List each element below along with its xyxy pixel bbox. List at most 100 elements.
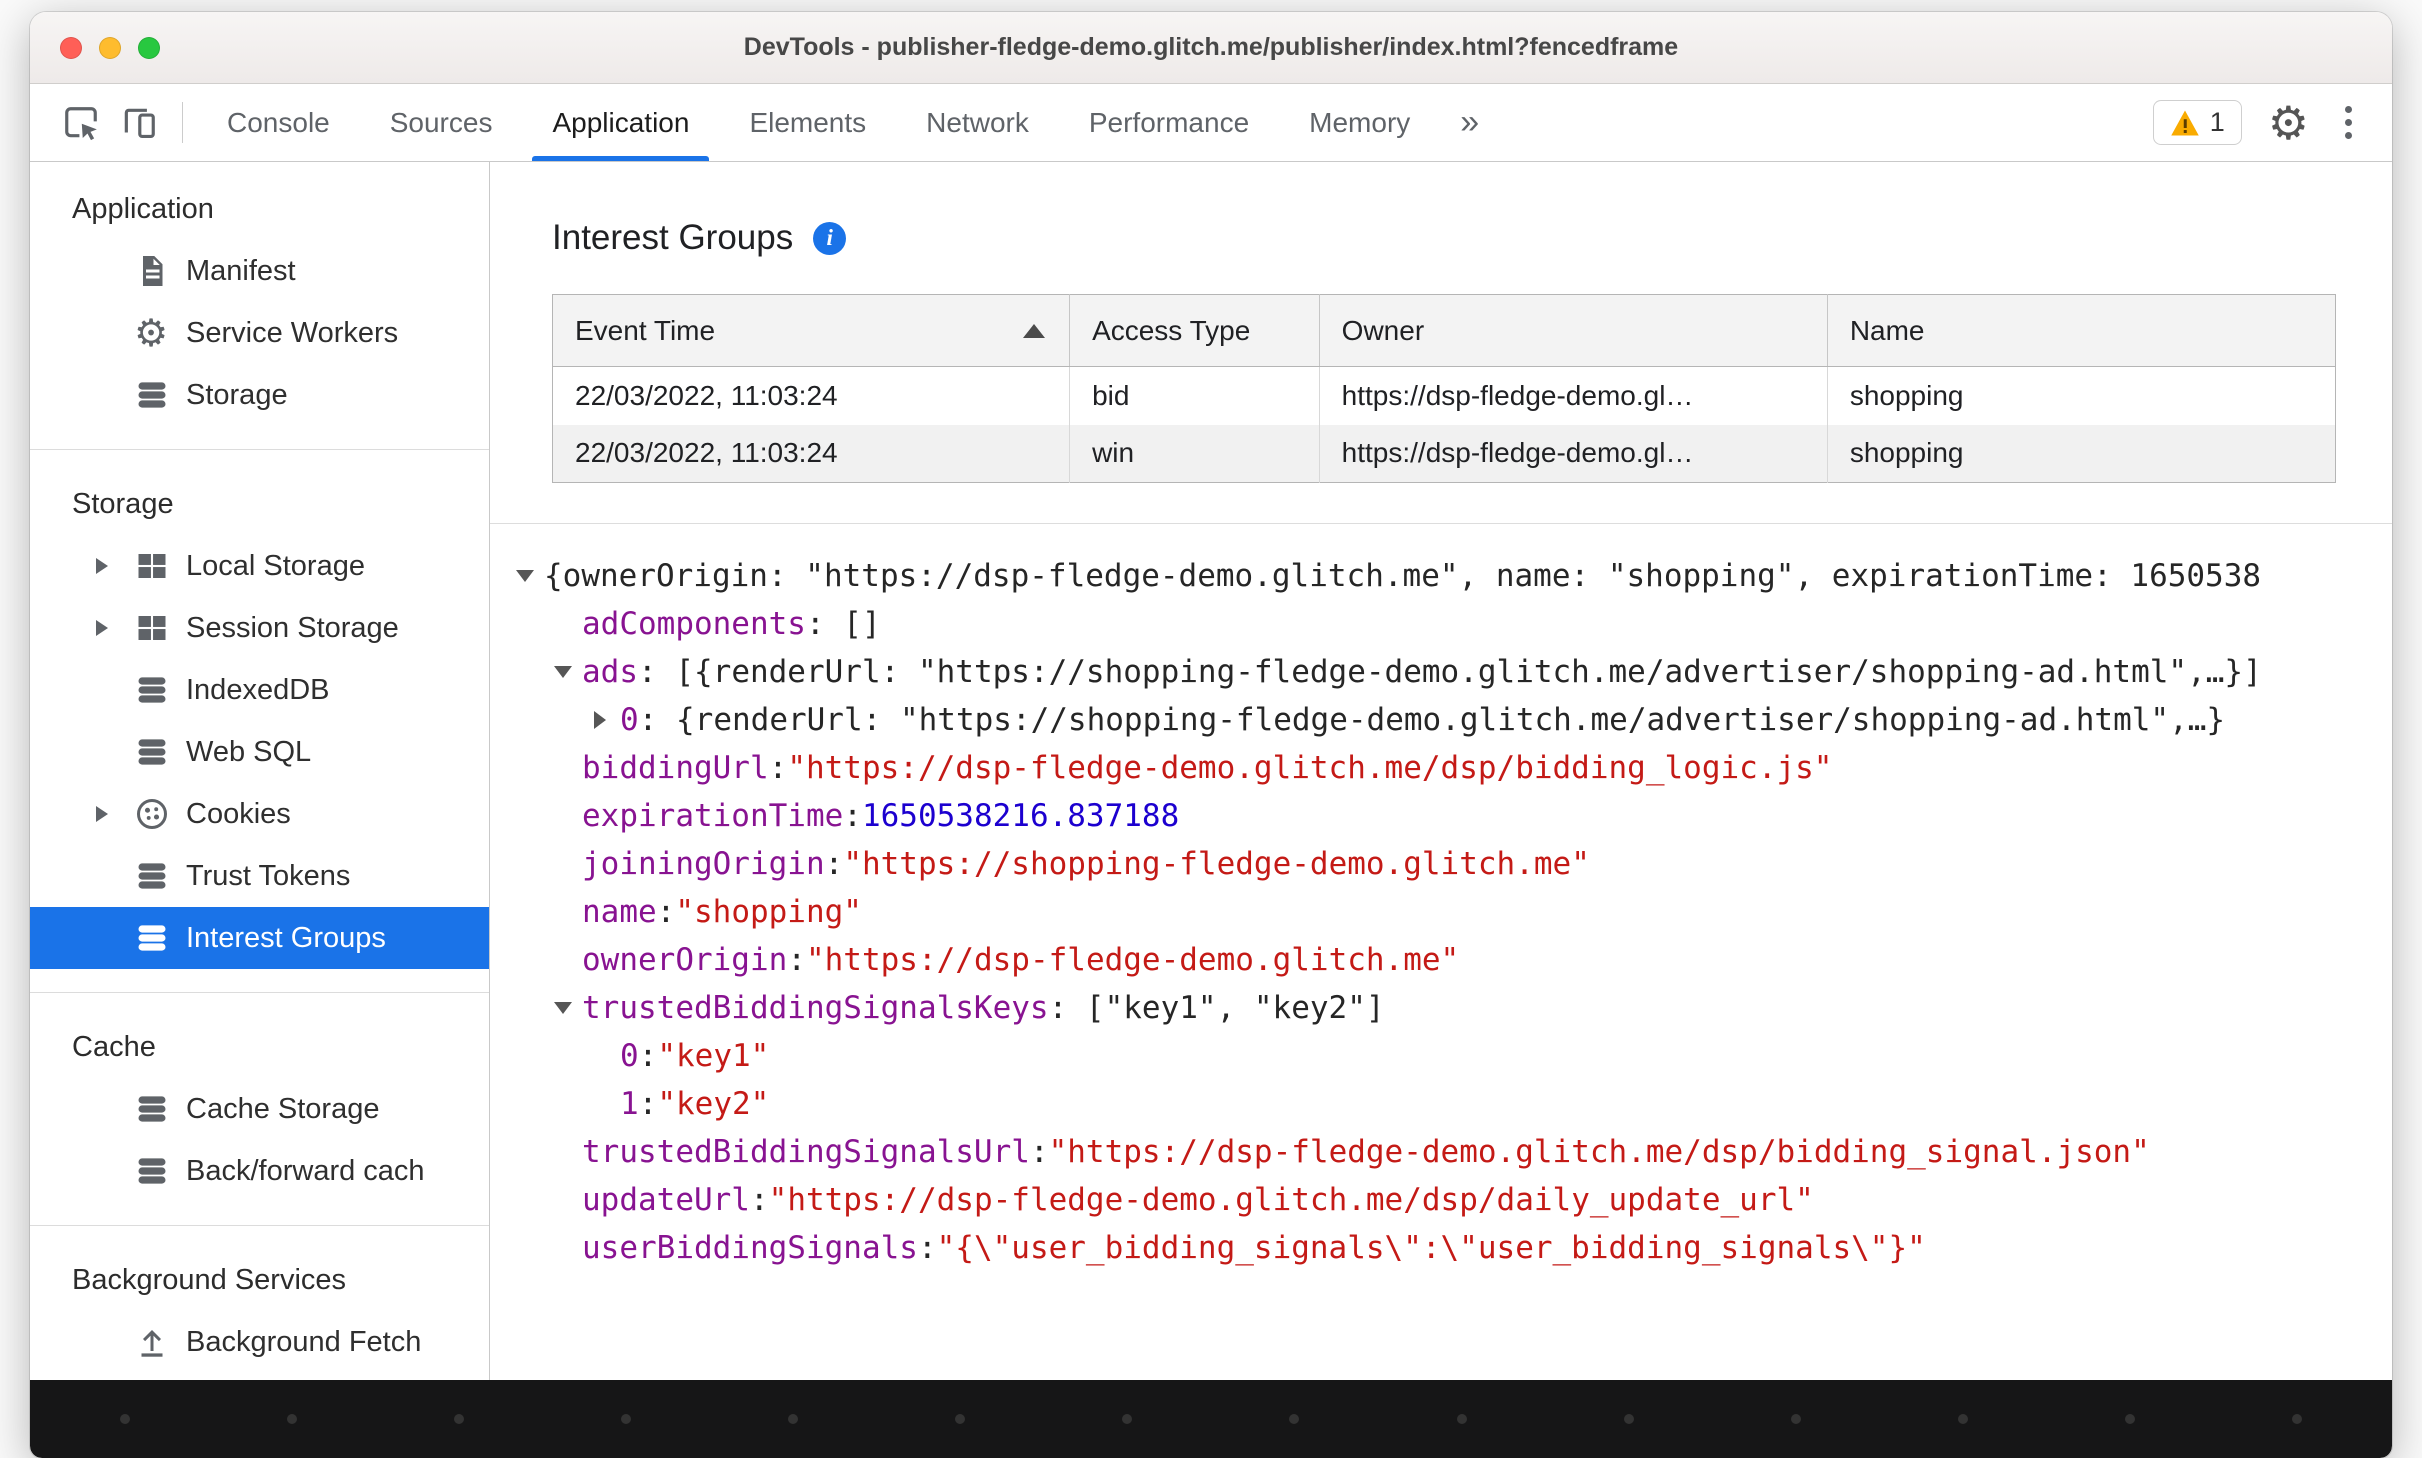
table-cell: shopping xyxy=(1827,424,2336,483)
tree-token-plain: : xyxy=(768,750,788,786)
cookie-icon xyxy=(134,796,176,832)
traffic-lights xyxy=(30,36,160,59)
tab-network[interactable]: Network xyxy=(896,84,1059,161)
expand-arrow-icon[interactable] xyxy=(590,711,620,729)
sidebar-item-interest-groups[interactable]: Interest Groups xyxy=(30,907,489,969)
column-header-owner[interactable]: Owner xyxy=(1319,294,1828,367)
sidebar-item-label: Web SQL xyxy=(186,735,312,768)
sidebar-item-cookies[interactable]: Cookies xyxy=(30,783,489,845)
tab-elements[interactable]: Elements xyxy=(719,84,896,161)
tab-sources[interactable]: Sources xyxy=(360,84,523,161)
tree-token-plain: : xyxy=(1029,1134,1049,1170)
tree-token-key: 0 xyxy=(620,1038,639,1074)
tree-line[interactable]: {ownerOrigin: "https://dsp-fledge-demo.g… xyxy=(490,552,2392,600)
sidebar-item-background-fetch[interactable]: Background Fetch xyxy=(30,1311,489,1373)
tree-line[interactable]: ads: [{renderUrl: "https://shopping-fled… xyxy=(490,648,2392,696)
tree-line[interactable]: 0: "key1" xyxy=(490,1032,2392,1080)
dot xyxy=(1790,1414,1801,1424)
sidebar-item-web-sql[interactable]: Web SQL xyxy=(30,721,489,783)
column-header-access-type[interactable]: Access Type xyxy=(1069,294,1320,367)
interest-groups-table: Event Time Access Type Owner Name 22/03/202… xyxy=(552,294,2336,483)
collapse-arrow-icon[interactable] xyxy=(514,570,544,582)
devtools-window: DevTools - publisher-fledge-demo.glitch.… xyxy=(30,12,2392,1458)
dot xyxy=(2291,1414,2302,1424)
tree-line[interactable]: ownerOrigin: "https://dsp-fledge-demo.gl… xyxy=(490,936,2392,984)
tab-application[interactable]: Application xyxy=(522,84,719,161)
tree-token-plain: : xyxy=(917,1230,937,1266)
tree-line[interactable]: trustedBiddingSignalsKeys: ["key1", "key… xyxy=(490,984,2392,1032)
zoom-button[interactable] xyxy=(138,36,160,59)
tree-token-plain: : [{renderUrl: "https://shopping-fledge-… xyxy=(638,654,2262,690)
tree-line[interactable]: adComponents: [] xyxy=(490,600,2392,648)
tree-token-plain: : xyxy=(638,1038,658,1074)
sidebar-item-service-workers[interactable]: ⚙ Service Workers xyxy=(30,302,489,364)
dot xyxy=(287,1414,298,1424)
minimize-button[interactable] xyxy=(99,36,121,59)
interest-group-json-tree: {ownerOrigin: "https://dsp-fledge-demo.g… xyxy=(490,523,2392,1380)
sidebar-section-header: Cache xyxy=(72,1030,156,1063)
tree-token-str: "https://dsp-fledge-demo.glitch.me/dsp/d… xyxy=(768,1182,1814,1218)
sidebar-item-indexeddb[interactable]: IndexedDB xyxy=(30,659,489,721)
tree-line[interactable]: trustedBiddingSignalsUrl: "https://dsp-f… xyxy=(490,1128,2392,1176)
tree-line[interactable]: name: "shopping" xyxy=(490,888,2392,936)
gear-icon: ⚙ xyxy=(134,311,169,355)
sidebar-item-trust-tokens[interactable]: Trust Tokens xyxy=(30,845,489,907)
sidebar-item-label: Session Storage xyxy=(186,611,399,644)
more-tabs-button[interactable]: » xyxy=(1440,84,1499,161)
tree-line[interactable]: userBiddingSignals: "{\"user_bidding_sig… xyxy=(490,1224,2392,1272)
sidebar-section-storage: Storage Local Storage Session Storage Index… xyxy=(30,473,489,969)
tab-memory[interactable]: Memory xyxy=(1279,84,1440,161)
table-row[interactable]: 22/03/2022, 11:03:24 bid https://dsp-fledg… xyxy=(552,366,2336,425)
tree-token-num: 1650538216.837188 xyxy=(861,798,1180,834)
tree-token-str: "https://dsp-fledge-demo.glitch.me/dsp/b… xyxy=(1048,1134,2150,1170)
tree-token-key: name xyxy=(582,894,657,930)
sort-ascending-icon xyxy=(1023,323,1046,338)
tree-line[interactable]: 1: "key2" xyxy=(490,1080,2392,1128)
column-header-event-time[interactable]: Event Time xyxy=(552,294,1071,367)
tree-token-key: 0 xyxy=(620,702,639,738)
menu-button[interactable] xyxy=(2335,106,2362,139)
sidebar-item-label: Interest Groups xyxy=(186,921,386,954)
title-bar: DevTools - publisher-fledge-demo.glitch.… xyxy=(30,12,2392,84)
tree-line[interactable]: biddingUrl: "https://dsp-fledge-demo.gli… xyxy=(490,744,2392,792)
sidebar-separator xyxy=(30,1225,489,1226)
tree-token-plain: : xyxy=(638,1086,658,1122)
tab-performance[interactable]: Performance xyxy=(1059,84,1279,161)
tree-token-key: userBiddingSignals xyxy=(582,1230,918,1266)
sidebar-item-local-storage[interactable]: Local Storage xyxy=(30,535,489,597)
tree-line[interactable]: expirationTime: 1650538216.837188 xyxy=(490,792,2392,840)
sidebar-item-back-forward-cach[interactable]: Back/forward cach xyxy=(30,1140,489,1202)
sidebar-item-cache-storage[interactable]: Cache Storage xyxy=(30,1078,489,1140)
dot xyxy=(955,1414,966,1424)
tree-token-key: ownerOrigin xyxy=(582,942,788,978)
expand-arrow-icon[interactable] xyxy=(96,620,134,636)
tree-line[interactable]: updateUrl: "https://dsp-fledge-demo.glit… xyxy=(490,1176,2392,1224)
tree-token-key: expirationTime xyxy=(582,798,844,834)
sidebar-item-manifest[interactable]: Manifest xyxy=(30,240,489,302)
collapse-arrow-icon[interactable] xyxy=(552,666,582,678)
table-cell: win xyxy=(1069,424,1320,483)
sidebar-section-header: Background Services xyxy=(72,1263,347,1296)
info-icon[interactable]: i xyxy=(813,221,847,255)
device-toolbar-icon xyxy=(124,108,155,138)
expand-arrow-icon[interactable] xyxy=(96,558,134,574)
tree-line[interactable]: 0: {renderUrl: "https://shopping-fledge-… xyxy=(490,696,2392,744)
warnings-badge[interactable]: 1 xyxy=(2152,100,2242,145)
table-row[interactable]: 22/03/2022, 11:03:24 win https://dsp-fledg… xyxy=(552,424,2336,483)
settings-button[interactable]: ⚙ xyxy=(2268,100,2309,146)
sidebar-item-storage[interactable]: Storage xyxy=(30,364,489,426)
sidebar-item-session-storage[interactable]: Session Storage xyxy=(30,597,489,659)
inspect-element-button[interactable] xyxy=(52,84,110,161)
panel-header: Interest Groups i xyxy=(490,162,2392,258)
column-header-name[interactable]: Name xyxy=(1827,294,2336,367)
sidebar-section-background-services: Background Services Background Fetch xyxy=(30,1249,489,1373)
devtools-tabs: Console Sources Application Elements Network… xyxy=(197,84,1440,161)
tab-console[interactable]: Console xyxy=(197,84,360,161)
device-toolbar-button[interactable] xyxy=(110,84,168,161)
tree-token-key: trustedBiddingSignalsKeys xyxy=(582,990,1049,1026)
close-button[interactable] xyxy=(60,36,82,59)
dot xyxy=(788,1414,799,1424)
tree-line[interactable]: joiningOrigin: "https://shopping-fledge-… xyxy=(490,840,2392,888)
expand-arrow-icon[interactable] xyxy=(96,806,134,822)
collapse-arrow-icon[interactable] xyxy=(552,1002,582,1014)
